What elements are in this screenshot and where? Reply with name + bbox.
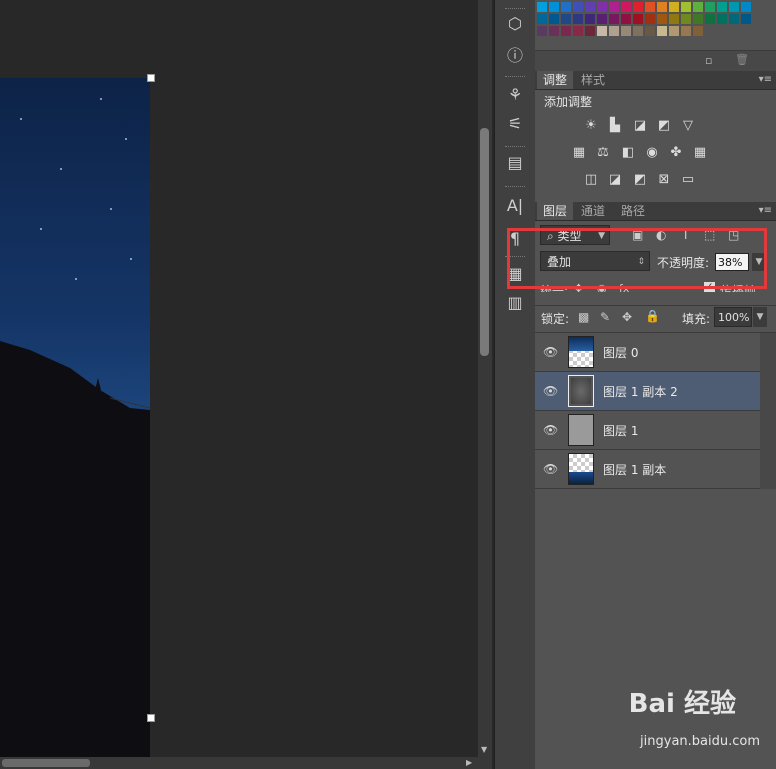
layer-thumbnail <box>568 414 594 446</box>
photo-filter-icon[interactable]: ◉ <box>644 145 660 161</box>
lock-transparent-icon[interactable]: ▩ <box>578 310 589 324</box>
layer-row-1-copy[interactable]: 👁 图层 1 副本 <box>535 450 760 489</box>
baidu-watermark: Bai 经验 <box>628 689 736 719</box>
hue-saturation-icon[interactable]: ▦ <box>571 145 587 161</box>
visibility-eye-icon[interactable]: 👁 <box>543 345 558 359</box>
trash-icon[interactable]: 🗑 <box>735 53 749 66</box>
adjustments-tabbar: 调整 样式 ▾≡ <box>535 71 776 90</box>
brightness-contrast-icon[interactable]: ☀ <box>583 118 599 134</box>
color-balance-icon[interactable]: ⚖ <box>595 145 611 161</box>
tab-adjustments[interactable]: 调整 <box>537 71 574 89</box>
lock-move-icon[interactable]: ✥ <box>622 310 632 324</box>
layer-name: 图层 1 <box>603 424 639 438</box>
canvas-vertical-scrollbar[interactable] <box>478 0 492 757</box>
visibility-eye-icon[interactable]: 👁 <box>543 462 558 476</box>
layer-thumbnail <box>568 336 594 368</box>
new-swatch-icon[interactable]: ▫ <box>705 54 712 67</box>
lock-brush-icon[interactable]: ✎ <box>600 310 610 324</box>
gradient-map-icon[interactable]: ▭ <box>680 172 696 188</box>
black-white-icon[interactable]: ◧ <box>620 145 636 161</box>
threshold-icon[interactable]: ◩ <box>632 172 648 188</box>
selective-color-icon[interactable]: ⊠ <box>656 172 672 188</box>
fill-slider-arrow-icon[interactable]: ▼ <box>753 307 767 327</box>
layer-name: 图层 1 副本 <box>603 463 667 477</box>
character-icon[interactable]: A| <box>504 195 526 217</box>
exposure-icon[interactable]: ◩ <box>656 118 672 134</box>
layers-tabbar: 图层 通道 路径 ▾≡ <box>535 202 776 221</box>
tab-channels[interactable]: 通道 <box>575 202 611 220</box>
layers-scrollbar[interactable] <box>760 333 776 489</box>
layer-name: 图层 1 副本 2 <box>603 385 678 399</box>
tab-paths[interactable]: 路径 <box>615 202 651 220</box>
clone-source-icon[interactable]: ▤ <box>504 152 526 174</box>
posterize-icon[interactable]: ◪ <box>607 172 623 188</box>
layer-row-1[interactable]: 👁 图层 1 <box>535 411 760 450</box>
transform-handle-bottom-right[interactable] <box>147 714 155 722</box>
baidu-watermark-url: jingyan.baidu.com <box>640 734 760 749</box>
document-canvas[interactable] <box>0 0 478 757</box>
invert-icon[interactable]: ◫ <box>583 172 599 188</box>
tab-layers[interactable]: 图层 <box>537 202 574 220</box>
fill-input[interactable]: 100% <box>714 307 752 327</box>
panel-menu-icon[interactable]: ▾≡ <box>759 74 772 85</box>
layers-panel-menu-icon[interactable]: ▾≡ <box>759 205 772 216</box>
layer-thumbnail <box>568 375 594 407</box>
scroll-right-arrow-icon[interactable]: ▶ <box>466 758 472 767</box>
brush-presets-icon[interactable]: ⚘ <box>504 84 526 106</box>
lock-all-icon[interactable]: 🔒 <box>645 309 660 323</box>
color-lookup-icon[interactable]: ▦ <box>692 145 708 161</box>
highlight-annotation <box>507 228 767 289</box>
document-image[interactable] <box>0 78 150 757</box>
tab-styles[interactable]: 样式 <box>575 71 611 89</box>
panel-dock-strip: ⬡ ⓘ ⚘ ⚟ ▤ A| ¶ ▦ ▥ <box>494 0 536 769</box>
3d-cube-icon[interactable]: ⬡ <box>504 13 526 35</box>
canvas-vertical-scroll-thumb[interactable] <box>480 128 489 356</box>
layer-row-1-copy-2[interactable]: 👁 图层 1 副本 2 <box>535 372 760 411</box>
fill-label: 填充: <box>682 312 711 326</box>
layer-thumbnail <box>568 453 594 485</box>
canvas-horizontal-scroll-thumb[interactable] <box>2 759 90 767</box>
visibility-eye-icon[interactable]: 👁 <box>543 384 558 398</box>
hill-silhouette <box>0 341 150 757</box>
layer-row-0[interactable]: 👁 图层 0 <box>535 333 760 372</box>
levels-icon[interactable]: ▙ <box>607 118 623 134</box>
adjustments-title: 添加调整 <box>544 95 593 109</box>
info-icon[interactable]: ⓘ <box>504 45 526 67</box>
brush-settings-icon[interactable]: ⚟ <box>504 113 526 135</box>
layer-name: 图层 0 <box>603 346 639 360</box>
lock-label: 锁定: <box>541 312 570 326</box>
curves-icon[interactable]: ◪ <box>632 118 648 134</box>
notes-icon[interactable]: ▥ <box>504 292 526 314</box>
scroll-down-arrow-icon[interactable]: ▼ <box>481 745 487 754</box>
channel-mixer-icon[interactable]: ✤ <box>668 145 684 161</box>
swatches-footer: ▫ 🗑 <box>535 50 776 71</box>
visibility-eye-icon[interactable]: 👁 <box>543 423 558 437</box>
transform-handle-top-right[interactable] <box>147 74 155 82</box>
swatches-grid[interactable] <box>535 0 751 38</box>
vibrance-icon[interactable]: ▽ <box>680 118 696 134</box>
